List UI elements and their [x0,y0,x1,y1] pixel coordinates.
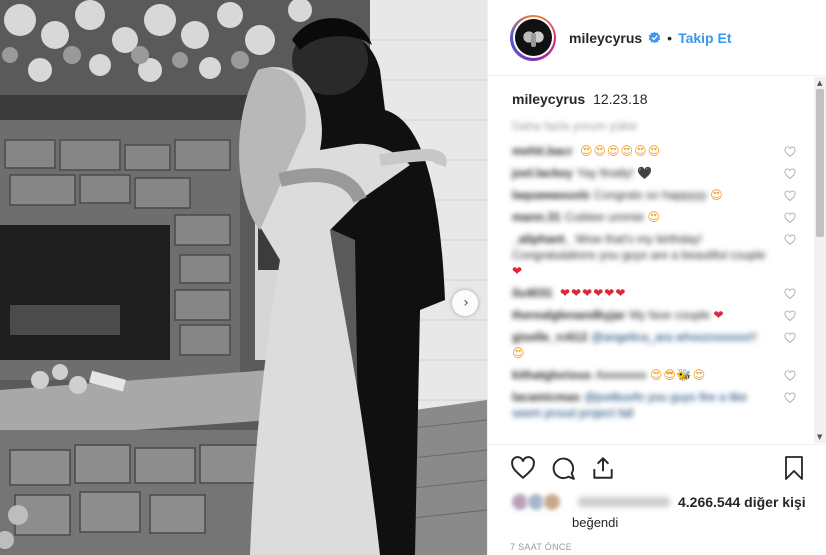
heart-outline-icon[interactable] [784,332,796,344]
comment-emoji: ❤ [512,264,524,278]
comment-emoji: 🖤 [637,166,654,180]
follow-button[interactable]: Takip Et [678,30,731,46]
share-upload-icon[interactable] [590,455,616,481]
caption-text: 12.23.18 [593,91,648,107]
comments-list: mileycyrus 12.23.18 Daha fazla yorum yük… [488,77,814,443]
heart-outline-icon[interactable] [784,168,796,180]
likes-count[interactable]: 4.266.544 diğer kişi [678,494,806,510]
comment-emoji: 😍 [512,346,526,360]
verified-badge-icon [648,31,661,44]
comment-row: _aliphant_ Wow that's my birthday! Congra… [512,231,814,279]
comment-row: therealglenandkyjar My fave couple ❤ [512,307,814,323]
comment-username[interactable]: mehti.bacr [512,144,573,158]
separator-dot: • [667,29,673,46]
comment-username[interactable]: kithatglorious [512,368,591,382]
scrollbar-thumb[interactable] [816,89,824,237]
comment-text: Awwwww [595,368,647,382]
action-icons [510,445,826,491]
likes-row: 4.266.544 diğer kişi [510,491,826,513]
comment-bubble-icon[interactable] [550,455,576,481]
comment-emoji: 😍 [710,188,724,202]
like-heart-icon[interactable] [510,455,536,481]
comment-username[interactable]: therealglenandkyjar [512,308,625,322]
caption-username[interactable]: mileycyrus [512,91,585,107]
avatar[interactable] [510,14,556,61]
liker-avatar [542,492,562,512]
heart-outline-icon[interactable] [784,212,796,224]
header-username[interactable]: mileycyrus [569,30,642,46]
liker-name-blurred[interactable] [578,497,670,507]
comment-username[interactable]: ilu4031 [512,286,553,300]
heart-outline-icon[interactable] [784,190,796,202]
comment-username[interactable]: laquawasuolz [512,188,590,202]
heart-outline-icon[interactable] [784,146,796,158]
comment-text: Yay finally! [576,166,634,180]
next-photo-button[interactable]: › [452,290,478,316]
post-photo[interactable]: › [0,0,487,555]
comment-emoji: 😍😎🐝😍 [649,368,707,382]
scroll-up-arrow-icon[interactable]: ▲ [817,79,822,87]
comment-emoji: ❤ [713,308,725,322]
comment-row: giselle_rc612 @angelica_ara whoozoooooo!!… [512,329,814,361]
heart-outline-icon[interactable] [784,234,796,246]
comment-row: laquawasuolz Congrats so happyyy 😍 [512,187,814,203]
comment-emoji: 😍😍😍😍😍😍 [580,144,662,158]
comment-row: mann.31 Cutiiiee ummie 😍 [512,209,814,225]
avatar-ring [512,17,554,58]
comment-username[interactable]: mann.31 [512,210,561,224]
avatar-image [514,19,552,56]
heart-outline-icon[interactable] [784,310,796,322]
heart-outline-icon[interactable] [784,370,796,382]
comment-emoji: 😍 [647,210,661,224]
comment-text: Congrats so happyyy [594,188,707,202]
comment-row: lacamicmas @joelbuvfo you guys fire a lik… [512,389,814,421]
liker-avatars[interactable] [510,492,570,512]
comment-emoji: ❤❤❤❤❤❤ [560,286,627,300]
comment-text: Cutiiiee ummie [564,210,645,224]
comments-scrollbar[interactable]: ▲ ▼ [814,77,826,443]
heart-outline-icon[interactable] [784,288,796,300]
instagram-post: › mileycyrus • Takip Et mileycyrus 12.23… [0,0,826,555]
comment-row: kithatglorious Awwwww 😍😎🐝😍 [512,367,814,383]
comment-row: joel.lackey Yay finally! 🖤 [512,165,814,181]
scroll-down-arrow-icon[interactable]: ▼ [817,433,822,441]
post-sidebar: mileycyrus • Takip Et mileycyrus 12.23.1… [487,0,826,555]
post-timestamp[interactable]: 7 SAAT ÖNCE [510,542,826,552]
comment-username[interactable]: lacamicmas [512,390,580,404]
load-more-comments[interactable]: Daha fazla yorum yükle [512,119,814,133]
comment-username[interactable]: joel.lackey [512,166,573,180]
wedding-photo [0,0,487,555]
post-caption: mileycyrus 12.23.18 [512,91,814,107]
comment-row: mehti.bacr 😍😍😍😍😍😍 [512,143,814,159]
comment-username[interactable]: giselle_rc612 [512,330,587,344]
comment-username[interactable]: _aliphant_ [512,232,571,246]
post-header: mileycyrus • Takip Et [488,0,826,76]
comment-text: My fave couple [629,308,711,322]
comment-text: @angelica_ara whoozoooooo!! [591,330,758,344]
heart-outline-icon[interactable] [784,392,796,404]
post-actions: 4.266.544 diğer kişi beğendi 7 SAAT ÖNCE [488,444,826,555]
liked-label: beğendi [572,515,619,530]
save-bookmark-icon[interactable] [782,455,806,481]
chevron-right-icon: › [463,295,469,311]
comment-row: ilu4031 ❤❤❤❤❤❤ [512,285,814,301]
